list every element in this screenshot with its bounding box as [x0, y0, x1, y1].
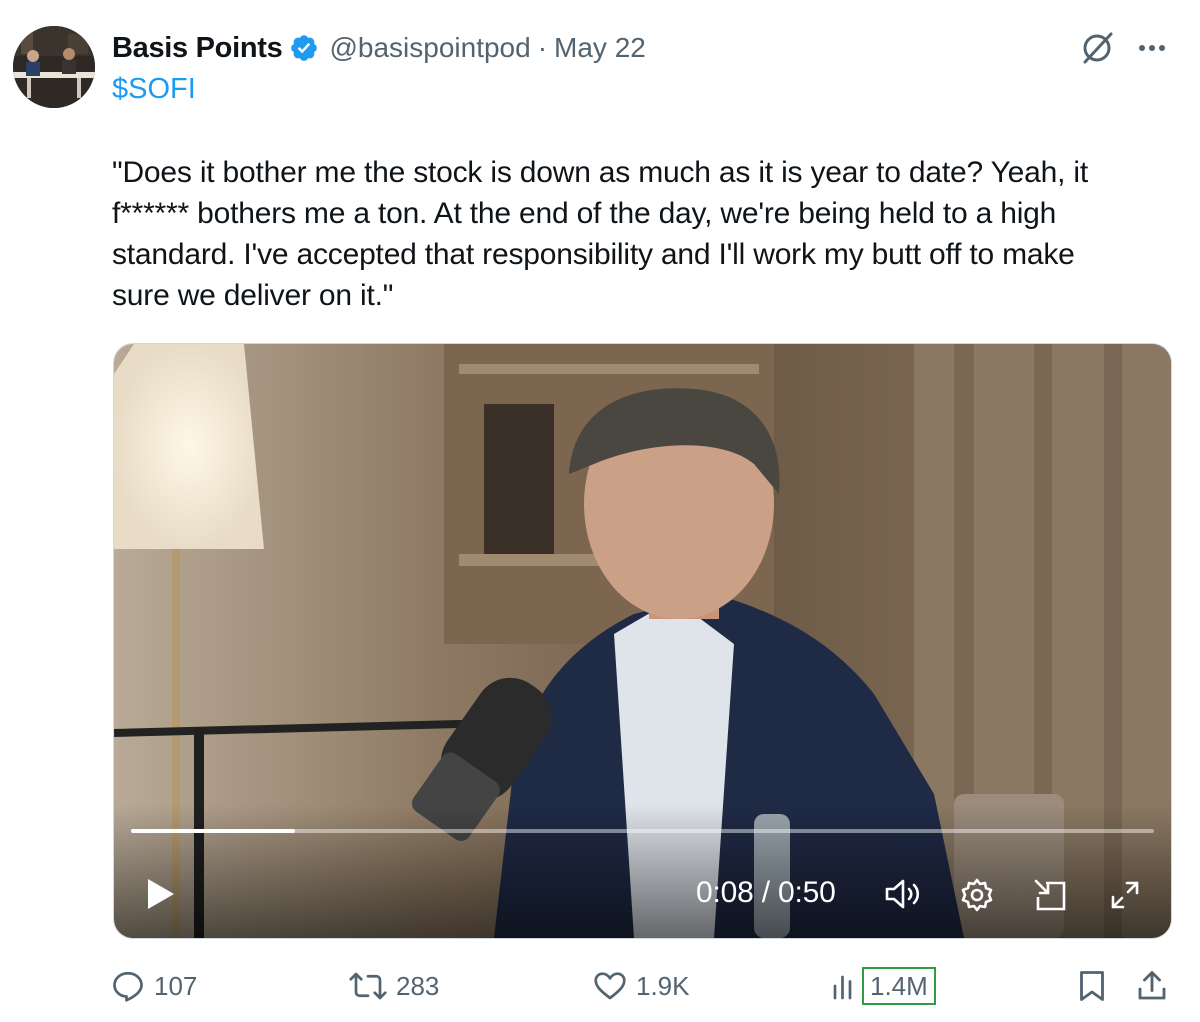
grok-icon[interactable]	[1078, 28, 1118, 68]
tweet-date[interactable]: May 22	[554, 32, 646, 64]
share-button[interactable]	[1135, 958, 1169, 1014]
tweet-text-line: f****** bothers me a ton. At the end of …	[112, 197, 1057, 230]
video-controls: 0:08 / 0:50	[114, 844, 1171, 938]
fullscreen-icon[interactable]	[1107, 877, 1143, 918]
more-options-icon[interactable]	[1134, 28, 1170, 68]
retweet-count: 283	[396, 970, 440, 1001]
volume-icon[interactable]	[884, 877, 924, 916]
reply-icon	[113, 971, 143, 1002]
views-button[interactable]: 1.4M	[832, 958, 936, 1014]
settings-gear-icon[interactable]	[959, 877, 995, 918]
tweet-text-line: sure we deliver on it."	[112, 279, 394, 312]
tweet-text-line: "Does it bother me the stock is down as …	[112, 156, 1088, 189]
tweet-top-actions	[1078, 28, 1170, 68]
author-avatar[interactable]	[13, 26, 95, 108]
verified-badge-icon[interactable]	[289, 33, 319, 63]
video-progress-bar[interactable]	[131, 829, 1154, 833]
video-player[interactable]: 0:08 / 0:50	[113, 343, 1172, 939]
share-icon	[1138, 971, 1166, 1000]
reply-button[interactable]: 107	[110, 958, 197, 1014]
tweet-header: Basis Points @basispointpod · May 22	[112, 28, 646, 68]
video-time: 0:08 / 0:50	[696, 876, 836, 909]
reply-count: 107	[154, 970, 198, 1001]
author-handle[interactable]: @basispointpod	[329, 32, 530, 64]
picture-in-picture-icon[interactable]	[1032, 877, 1068, 918]
avatar-image	[13, 26, 95, 108]
bookmark-icon	[1080, 971, 1104, 1001]
play-icon[interactable]	[146, 877, 176, 916]
tweet-actions: 107 283 1.9K 1.4M	[0, 958, 1200, 1014]
tweet-text: "Does it bother me the stock is down as …	[112, 152, 1182, 316]
like-button[interactable]: 1.9K	[592, 958, 690, 1014]
retweet-button[interactable]: 283	[348, 958, 439, 1014]
like-count: 1.9K	[636, 970, 690, 1001]
views-count: 1.4M	[862, 967, 936, 1005]
analytics-icon	[833, 975, 852, 1000]
heart-icon	[594, 972, 626, 1000]
separator-dot: ·	[537, 32, 548, 63]
video-progress-fill	[131, 829, 295, 833]
author-name[interactable]: Basis Points	[112, 32, 283, 65]
tweet-text-line: standard. I've accepted that responsibil…	[112, 238, 1075, 271]
retweet-icon	[349, 972, 387, 1000]
bookmark-button[interactable]	[1076, 958, 1108, 1014]
cashtag-link[interactable]: $SOFI	[112, 73, 196, 106]
